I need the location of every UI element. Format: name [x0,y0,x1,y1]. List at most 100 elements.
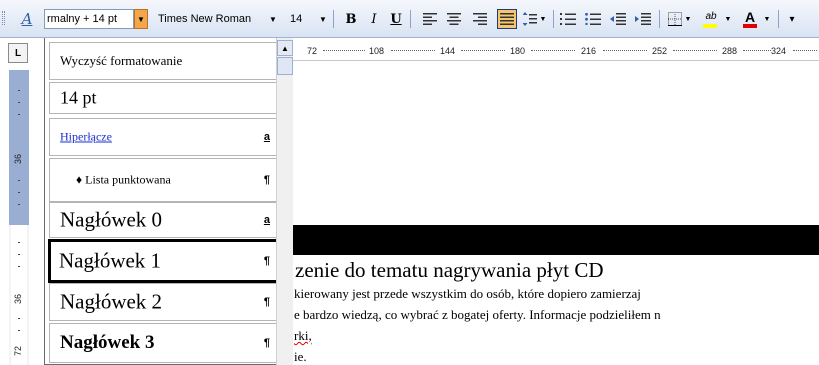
ruler-label: 324 [771,46,787,56]
vertical-ruler: 36 36 72 [9,70,29,365]
decrease-indent-icon[interactable] [608,9,628,29]
ruler-label: 72 [13,345,24,357]
style-item-label: 14 pt [60,87,97,108]
style-item-14pt[interactable]: 14 pt [49,82,277,114]
font-combo-chevron-down-icon[interactable]: ▼ [267,9,279,29]
document-line[interactable]: ie. [294,349,307,365]
ruler-tick [18,114,20,115]
ruler-label: 288 [722,46,738,56]
ruler-label: 216 [581,46,597,56]
ruler-ticks [531,50,575,51]
ruler-tick [18,102,20,103]
style-item-heading-3[interactable]: Nagłówek 3 ¶ [49,323,277,363]
style-item-label: Nagłówek 3 [60,332,155,353]
style-item-hyperlink[interactable]: Hiperłącze a [49,118,277,156]
style-item-label: Nagłówek 1 [59,248,162,273]
font-size-chevron-down-icon[interactable]: ▼ [317,9,329,29]
toolbar-grip[interactable] [2,11,5,25]
ruler-ticks [391,50,435,51]
align-left-icon[interactable] [420,9,440,29]
ruler-tick [18,90,20,91]
style-combo[interactable]: rmalny + 14 pt [44,9,134,29]
document-heading[interactable]: zenie do tematu nagrywania płyt CD [295,258,604,283]
style-combo-chevron-down-icon[interactable]: ▼ [134,9,148,29]
ruler-label: 252 [652,46,668,56]
borders-chevron-down-icon[interactable]: ▼ [683,9,693,29]
ruler-label: 108 [369,46,385,56]
style-dropdown: Wyczyść formatowanie 14 pt Hiperłącze a … [44,38,284,365]
bullets-icon[interactable] [583,9,603,29]
vertical-ruler-margin [9,70,29,225]
font-color-label: A [744,9,756,25]
style-item-label: ♦ Lista punktowana [76,172,171,187]
spelling-error-text[interactable]: rki, [294,328,312,343]
styles-icon[interactable]: A [10,9,44,29]
ruler-ticks [323,50,365,51]
italic-button[interactable]: I [363,9,385,29]
highlight-icon[interactable]: ab [700,9,722,29]
horizontal-ruler: 72 108 144 180 216 252 288 324 [293,43,819,61]
style-item-clear-formatting[interactable]: Wyczyść formatowanie [49,42,277,80]
scroll-thumb[interactable] [277,57,293,75]
paragraph-mark-icon: ¶ [263,174,270,186]
style-item-heading-0[interactable]: Nagłówek 0 a [49,202,277,238]
highlight-chevron-down-icon[interactable]: ▼ [723,9,733,29]
document-line[interactable]: kierowany jest przede wszystkim do osób,… [294,286,641,302]
document-line[interactable]: rki, [294,328,312,344]
ruler-ticks [743,50,771,51]
document-line[interactable]: e bardzo wiedzą, co wybrać z bogatej ofe… [294,307,661,323]
formatting-toolbar: A rmalny + 14 pt ▼ Times New Roman ▼ 14 … [0,0,819,38]
bold-button[interactable]: B [340,9,362,29]
ruler-tick [18,330,20,331]
paragraph-mark-icon: ¶ [263,337,270,349]
tab-selector[interactable]: L [8,43,28,63]
toolbar-separator [778,10,779,28]
ruler-label: 180 [510,46,526,56]
style-item-heading-1[interactable]: Nagłówek 1 ¶ [48,239,279,283]
ruler-label: 36 [13,153,24,165]
style-item-bulleted-list[interactable]: ♦ Lista punktowana ¶ [49,158,277,202]
ruler-tick [18,180,20,181]
justify-icon[interactable] [497,9,517,29]
align-right-icon[interactable] [470,9,490,29]
toolbar-separator [659,10,660,28]
numbering-icon[interactable] [558,9,578,29]
highlight-color-bar [703,24,717,28]
toolbar-separator [410,10,411,28]
style-item-label: Nagłówek 0 [60,207,163,232]
ruler-tick [18,266,20,267]
paragraph-mark-icon: ¶ [263,296,270,308]
ruler-tick [18,204,20,205]
ruler-tick [18,254,20,255]
ruler-tick [18,318,20,319]
ruler-tick [18,192,20,193]
font-color-bar [743,24,757,28]
align-center-icon[interactable] [444,9,464,29]
toolbar-separator [333,10,334,28]
style-item-heading-2[interactable]: Nagłówek 2 ¶ [49,283,277,321]
line-spacing-chevron-down-icon[interactable]: ▼ [538,9,548,29]
font-color-chevron-down-icon[interactable]: ▼ [762,9,772,29]
ruler-tick [18,242,20,243]
font-size-combo[interactable]: 14 [288,9,314,29]
scroll-up-arrow-icon[interactable]: ▲ [277,40,293,56]
style-item-label: Nagłówek 2 [60,289,163,314]
underline-button[interactable]: U [385,9,407,29]
ruler-label: 144 [440,46,456,56]
increase-indent-icon[interactable] [633,9,653,29]
style-item-label: Wyczyść formatowanie [60,53,183,68]
style-dropdown-scrollbar[interactable]: ▲ [276,38,293,365]
document-black-bar [293,225,819,255]
highlight-label: ab [705,10,717,22]
font-color-icon[interactable]: A [740,9,760,29]
line-spacing-icon[interactable] [520,9,540,29]
ruler-ticks [793,50,817,51]
font-combo[interactable]: Times New Roman [156,9,266,29]
paragraph-mark-icon: ¶ [263,255,270,267]
borders-icon[interactable] [665,9,685,29]
toolbar-separator [553,10,554,28]
toolbar-options-chevron-icon[interactable]: ▾ [785,9,799,29]
ruler-ticks [603,50,647,51]
style-item-label: Hiperłącze [60,129,112,144]
ruler-label: 72 [307,46,318,56]
